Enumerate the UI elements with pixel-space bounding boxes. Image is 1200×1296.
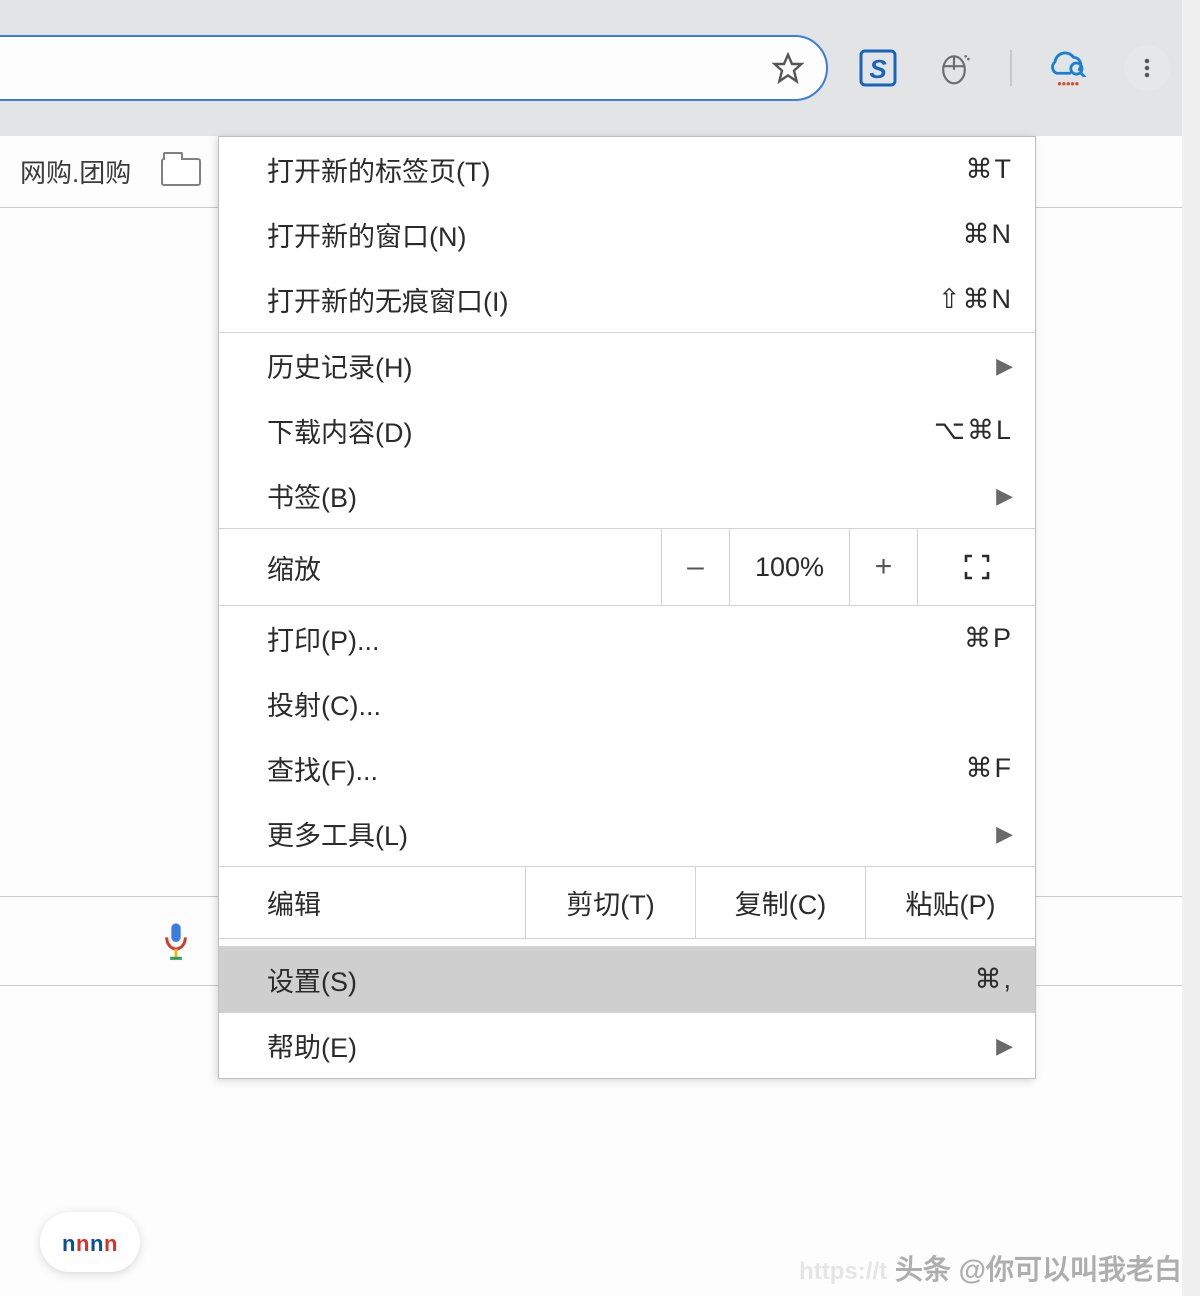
menu-shortcut: ⌘N <box>963 219 1014 250</box>
menu-label: 下载内容(D) <box>267 411 934 450</box>
menu-shortcut: ⌘T <box>966 154 1014 185</box>
bookmark-star-icon[interactable] <box>772 52 804 84</box>
menu-label: 打开新的标签页(T) <box>267 150 966 189</box>
menu-label: 更多工具(L) <box>267 814 996 853</box>
menu-new-window[interactable]: 打开新的窗口(N) ⌘N <box>219 202 1035 267</box>
more-menu-button[interactable] <box>1124 45 1170 91</box>
menu-find[interactable]: 查找(F)... ⌘F <box>219 736 1035 801</box>
svg-text:n: n <box>62 1231 75 1256</box>
menu-shortcut: ⌥⌘L <box>934 415 1013 446</box>
menu-label: 打开新的窗口(N) <box>267 215 963 254</box>
chevron-right-icon: ▶ <box>996 353 1013 379</box>
edit-copy-button[interactable]: 复制(C) <box>695 867 865 938</box>
avatar-bubble[interactable]: n n n n <box>40 1212 140 1272</box>
menu-shortcut: ⌘, <box>974 964 1013 995</box>
menu-print[interactable]: 打印(P)... ⌘P <box>219 606 1035 671</box>
edit-label: 编辑 <box>219 867 525 938</box>
browser-toolbar: S ●●●●● <box>0 0 1200 136</box>
extension-cloud-icon[interactable]: ●●●●● <box>1048 48 1088 88</box>
svg-text:S: S <box>869 54 887 84</box>
menu-label: 查找(F)... <box>267 749 966 788</box>
menu-label: 书签(B) <box>267 476 996 515</box>
menu-new-tab[interactable]: 打开新的标签页(T) ⌘T <box>219 137 1035 202</box>
extension-icons: S ●●●●● <box>858 45 1170 91</box>
menu-label: 帮助(E) <box>267 1026 996 1065</box>
menu-more-tools[interactable]: 更多工具(L) ▶ <box>219 801 1035 866</box>
menu-history[interactable]: 历史记录(H) ▶ <box>219 333 1035 398</box>
watermark-prefix: https://t <box>799 1258 887 1285</box>
menu-shortcut: ⌘P <box>964 623 1013 654</box>
zoom-value: 100% <box>729 529 849 605</box>
menu-settings[interactable]: 设置(S) ⌘, <box>219 947 1035 1012</box>
svg-text:n: n <box>104 1231 117 1256</box>
extension-mouse-icon[interactable] <box>934 48 974 88</box>
menu-bookmarks[interactable]: 书签(B) ▶ <box>219 463 1035 528</box>
zoom-in-button[interactable]: + <box>849 529 917 605</box>
menu-label: 打印(P)... <box>267 619 964 658</box>
menu-help[interactable]: 帮助(E) ▶ <box>219 1013 1035 1078</box>
address-bar[interactable] <box>0 35 828 101</box>
main-menu: 打开新的标签页(T) ⌘T 打开新的窗口(N) ⌘N 打开新的无痕窗口(I) ⇧… <box>218 136 1036 1079</box>
menu-incognito[interactable]: 打开新的无痕窗口(I) ⇧⌘N <box>219 267 1035 332</box>
menu-label: 投射(C)... <box>267 684 1013 723</box>
menu-label: 设置(S) <box>267 960 974 999</box>
scrollbar[interactable] <box>1182 0 1200 1296</box>
edit-paste-button[interactable]: 粘贴(P) <box>865 867 1035 938</box>
menu-label: 历史记录(H) <box>267 346 996 385</box>
toolbar-separator <box>1010 50 1012 86</box>
menu-zoom: 缩放 – 100% + <box>219 528 1035 606</box>
menu-shortcut: ⌘F <box>966 753 1014 784</box>
watermark-text: 头条 @你可以叫我老白 <box>895 1254 1182 1285</box>
menu-downloads[interactable]: 下载内容(D) ⌥⌘L <box>219 398 1035 463</box>
fullscreen-button[interactable] <box>917 529 1035 605</box>
svg-text:n: n <box>90 1231 103 1256</box>
zoom-out-button[interactable]: – <box>661 529 729 605</box>
bookmark-folder-icon[interactable] <box>161 158 201 186</box>
chevron-right-icon: ▶ <box>996 483 1013 509</box>
extension-sogou-icon[interactable]: S <box>858 48 898 88</box>
menu-gap <box>219 939 1035 947</box>
menu-cast[interactable]: 投射(C)... <box>219 671 1035 736</box>
menu-edit: 编辑 剪切(T) 复制(C) 粘贴(P) <box>219 866 1035 939</box>
chevron-right-icon: ▶ <box>996 1033 1013 1059</box>
microphone-icon[interactable] <box>162 921 190 961</box>
bookmark-item-shopping[interactable]: 网购.团购 <box>20 153 131 190</box>
edit-cut-button[interactable]: 剪切(T) <box>525 867 695 938</box>
menu-label: 打开新的无痕窗口(I) <box>267 280 938 319</box>
menu-shortcut: ⇧⌘N <box>938 284 1013 315</box>
zoom-label: 缩放 <box>219 548 661 587</box>
svg-text:n: n <box>76 1231 89 1256</box>
chevron-right-icon: ▶ <box>996 821 1013 847</box>
watermark: https://t 头条 @你可以叫我老白 <box>799 1248 1182 1288</box>
